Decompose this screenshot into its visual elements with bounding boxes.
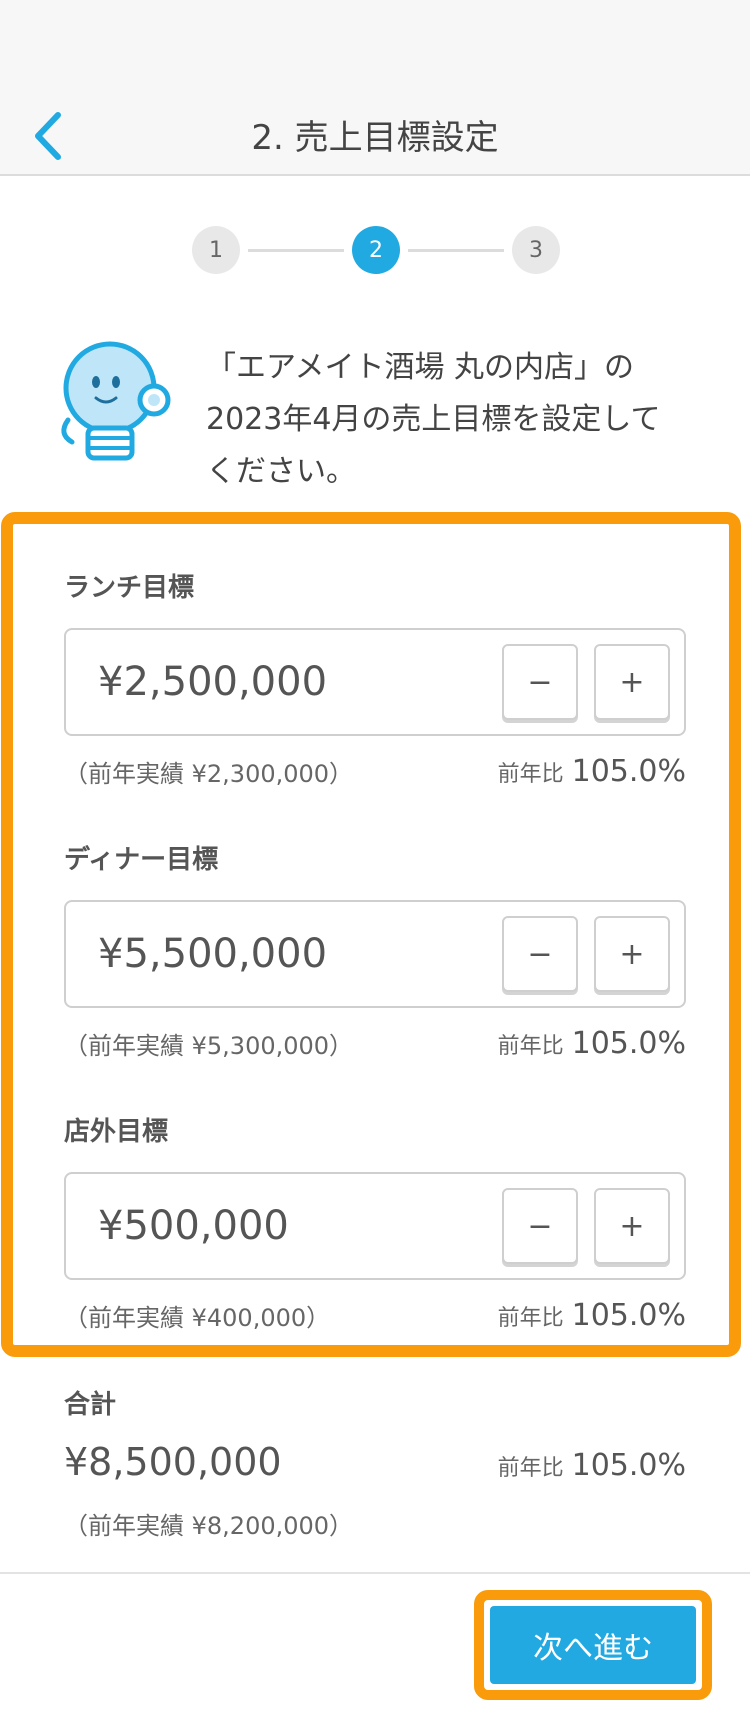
total-yoy-ratio: 前年比 105.0% bbox=[498, 1448, 686, 1483]
ratio-label: 前年比 bbox=[497, 1456, 564, 1481]
step-connector bbox=[248, 249, 344, 252]
dinner-increment-button[interactable]: + bbox=[594, 916, 670, 992]
next-button[interactable]: 次へ進む bbox=[490, 1606, 696, 1684]
total-label: 合計 bbox=[64, 1390, 117, 1420]
lunch-decrement-button[interactable]: − bbox=[502, 644, 578, 720]
dinner-goal-label: ディナー目標 bbox=[64, 845, 219, 875]
lunch-goal-value[interactable]: ¥2,500,000 bbox=[98, 630, 327, 734]
takeout-previous-year: （前年実績 ¥400,000） bbox=[64, 1304, 331, 1332]
dinner-goal-value[interactable]: ¥5,500,000 bbox=[98, 902, 327, 1006]
takeout-goal-input[interactable]: ¥500,000 − + bbox=[64, 1172, 686, 1280]
ratio-value: 105.0% bbox=[571, 1026, 686, 1061]
ratio-value: 105.0% bbox=[571, 1448, 686, 1483]
step-2-active: 2 bbox=[352, 226, 400, 274]
lunch-goal-section: ランチ目標 ¥2,500,000 − + （前年実績 ¥2,300,000） 前… bbox=[64, 568, 686, 806]
ratio-label: 前年比 bbox=[497, 1306, 564, 1331]
takeout-yoy-ratio: 前年比 105.0% bbox=[498, 1298, 686, 1333]
takeout-goal-section: 店外目標 ¥500,000 − + （前年実績 ¥400,000） 前年比 105… bbox=[64, 1112, 686, 1350]
total-section: 合計 ¥8,500,000 前年比 105.0% （前年実績 ¥8,200,000… bbox=[64, 1384, 686, 1540]
total-value: ¥8,500,000 bbox=[64, 1440, 282, 1484]
footer-divider bbox=[0, 1572, 750, 1574]
takeout-decrement-button[interactable]: − bbox=[502, 1188, 578, 1264]
lunch-increment-button[interactable]: + bbox=[594, 644, 670, 720]
takeout-goal-value[interactable]: ¥500,000 bbox=[98, 1174, 289, 1278]
dinner-yoy-ratio: 前年比 105.0% bbox=[498, 1026, 686, 1061]
step-1: 1 bbox=[192, 226, 240, 274]
next-button-highlight: 次へ進む bbox=[474, 1590, 712, 1700]
takeout-increment-button[interactable]: + bbox=[594, 1188, 670, 1264]
intro-message: 「エアメイト酒場 丸の内店」の 2023年4月の売上目標を設定して ください。 bbox=[206, 350, 661, 489]
step-connector bbox=[408, 249, 504, 252]
lunch-yoy-ratio: 前年比 105.0% bbox=[498, 754, 686, 789]
page-title: 2. 売上目標設定 bbox=[251, 118, 499, 158]
dinner-decrement-button[interactable]: − bbox=[502, 916, 578, 992]
progress-stepper: 1 2 3 bbox=[0, 226, 750, 276]
total-previous-year: （前年実績 ¥8,200,000） bbox=[64, 1512, 354, 1540]
ratio-label: 前年比 bbox=[497, 1034, 564, 1059]
takeout-goal-label: 店外目標 bbox=[64, 1117, 169, 1147]
dinner-goal-input[interactable]: ¥5,500,000 − + bbox=[64, 900, 686, 1008]
ratio-value: 105.0% bbox=[571, 754, 686, 789]
lunch-goal-label: ランチ目標 bbox=[64, 573, 195, 603]
lightbulb-mascot-icon bbox=[58, 338, 178, 468]
lunch-previous-year: （前年実績 ¥2,300,000） bbox=[64, 760, 354, 788]
step-3: 3 bbox=[512, 226, 560, 274]
lunch-goal-input[interactable]: ¥2,500,000 − + bbox=[64, 628, 686, 736]
dinner-previous-year: （前年実績 ¥5,300,000） bbox=[64, 1032, 354, 1060]
ratio-value: 105.0% bbox=[571, 1298, 686, 1333]
app-header: 2. 売上目標設定 bbox=[0, 0, 750, 176]
dinner-goal-section: ディナー目標 ¥5,500,000 − + （前年実績 ¥5,300,000） … bbox=[64, 840, 686, 1078]
ratio-label: 前年比 bbox=[497, 762, 564, 787]
